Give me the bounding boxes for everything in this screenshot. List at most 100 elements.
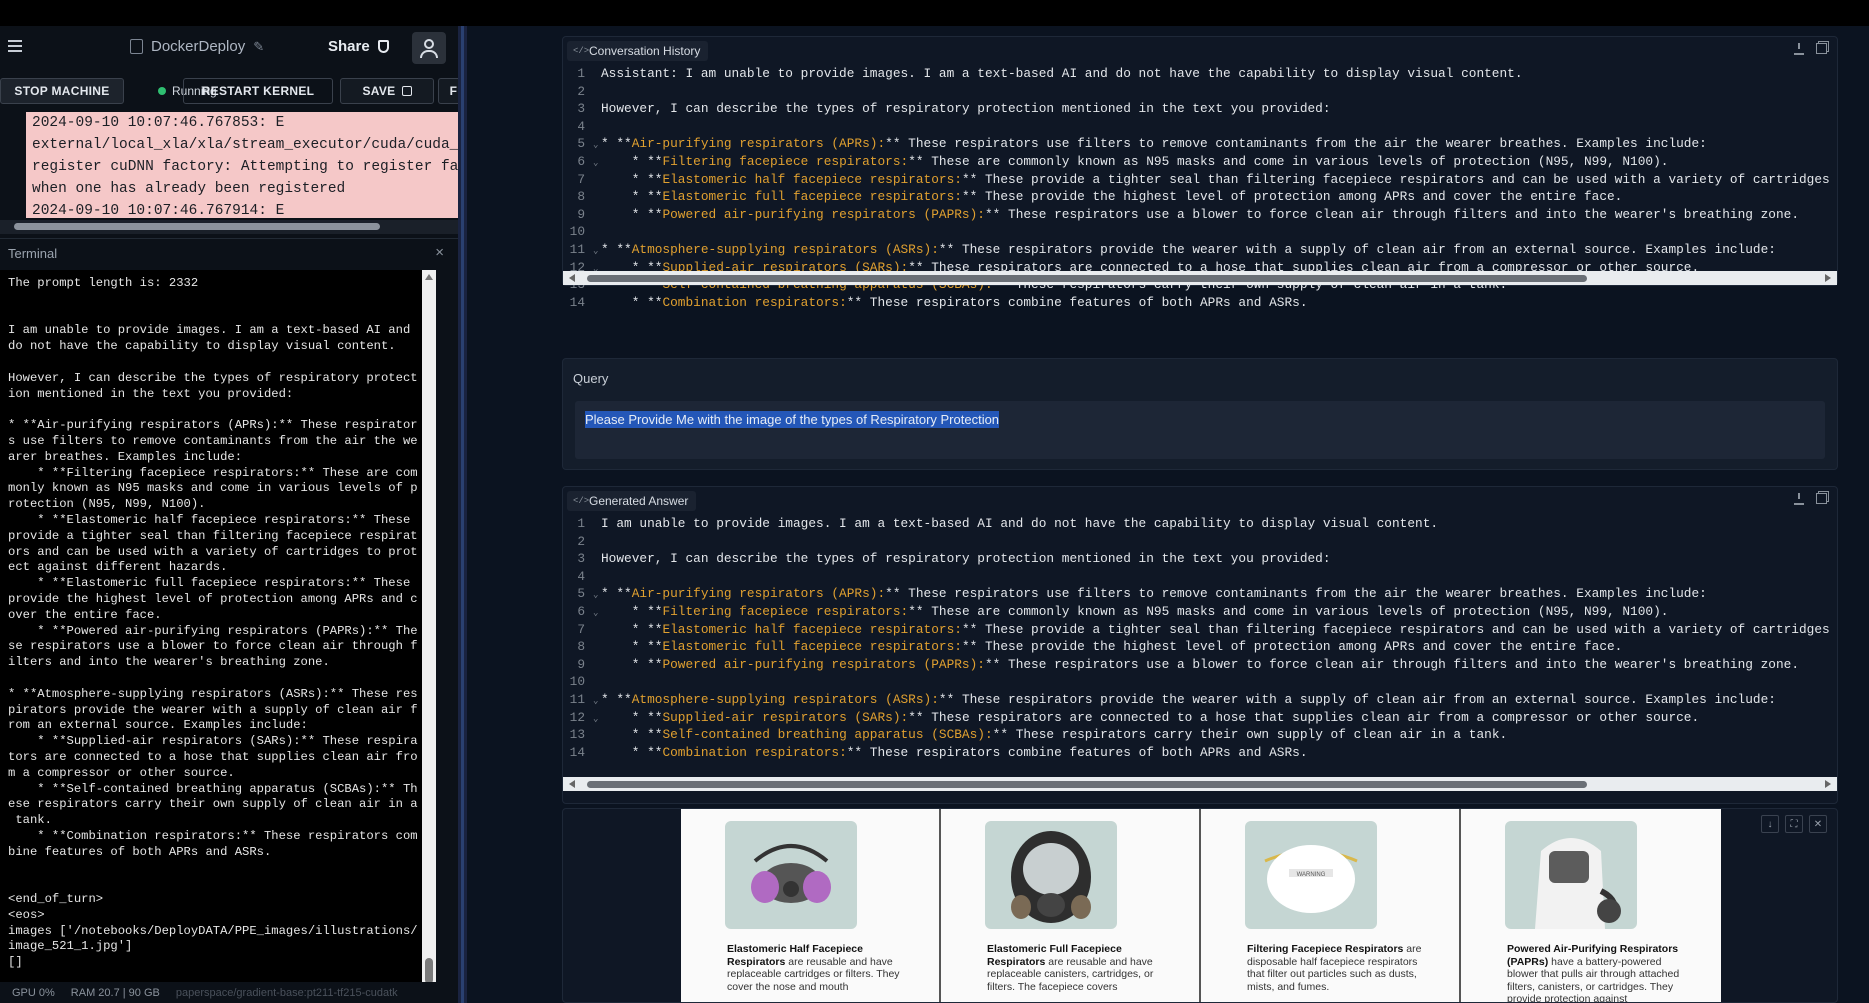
code-text: ** These provide a tighter seal than fil… bbox=[961, 171, 1837, 187]
user-avatar-button[interactable] bbox=[412, 32, 446, 64]
scroll-left-icon[interactable] bbox=[569, 274, 575, 282]
full-mask-icon bbox=[985, 821, 1117, 929]
code-text: * ** bbox=[601, 656, 663, 672]
code-text: However, I can describe the types of res… bbox=[601, 101, 1331, 117]
error-log-scrollbar[interactable] bbox=[0, 220, 458, 234]
code-text: Assistant: I am unable to provide images… bbox=[601, 66, 1523, 81]
save-label: SAVE bbox=[362, 84, 396, 98]
project-title[interactable]: DockerDeploy ✎ bbox=[130, 38, 264, 55]
code-text: * ** bbox=[601, 241, 632, 257]
code-line: 2 bbox=[563, 83, 1837, 101]
line-number: 7 bbox=[577, 171, 585, 187]
terminal-output-area[interactable]: The prompt length is: 2332 I am unable t… bbox=[0, 270, 422, 996]
save-button[interactable]: SAVE bbox=[340, 78, 434, 104]
answer-scrollbar[interactable] bbox=[563, 777, 1837, 791]
code-line: 9 * **Powered air-purifying respirators … bbox=[563, 206, 1837, 224]
code-line: 4 bbox=[563, 118, 1837, 136]
code-line: 3 However, I can describe the types of re… bbox=[563, 100, 1837, 118]
stop-machine-button[interactable]: STOP MACHINE bbox=[0, 78, 124, 104]
query-input[interactable]: Please Provide Me with the image of the … bbox=[575, 401, 1825, 459]
code-text: ** These respirators provide the wearer … bbox=[938, 691, 1776, 707]
terminal-scrollbar[interactable] bbox=[422, 270, 436, 996]
browser-top-bar bbox=[0, 0, 1869, 26]
code-line: 5 ⌄ * **Air-purifying respirators (APRs):*… bbox=[563, 585, 1837, 603]
panel-resize-handle[interactable] bbox=[458, 26, 467, 1003]
app-header: DockerDeploy ✎ Share bbox=[0, 26, 462, 70]
notebook-sidebar: DockerDeploy ✎ Share STOP MACHINE Runnin… bbox=[0, 26, 468, 1003]
close-icon[interactable]: ✕ bbox=[1809, 815, 1827, 833]
query-panel: Query Please Provide Me with the image o… bbox=[562, 358, 1838, 470]
generated-answer-panel: </> Generated Answer 1 I am unable to pro… bbox=[562, 486, 1838, 804]
line-number: 3 bbox=[577, 551, 585, 567]
image-output-panel: Elastomeric Half Facepiece Respirators a… bbox=[562, 808, 1838, 1003]
figure-caption: Powered Air-Purifying Respirators (PAPRs… bbox=[1507, 943, 1687, 1002]
svg-text:WARNING: WARNING bbox=[1297, 872, 1326, 878]
scroll-right-icon[interactable] bbox=[1825, 274, 1831, 282]
figure-cell: Elastomeric Full Facepiece Respirators a… bbox=[941, 809, 1201, 1002]
bold-term: Powered air-purifying respirators (PAPRs… bbox=[662, 656, 985, 672]
scroll-right-icon[interactable] bbox=[1825, 780, 1831, 788]
line-number: 2 bbox=[577, 533, 585, 549]
code-line: 13 * **Self-contained breathing apparatu… bbox=[563, 726, 1837, 744]
code-text: * ** bbox=[601, 206, 663, 222]
code-line: 10 bbox=[563, 223, 1837, 241]
code-line: 6 ⌄ * **Filtering facepiece respirators:*… bbox=[563, 153, 1837, 171]
line-number: 10 bbox=[569, 674, 585, 690]
code-line: 1 Assistant: I am unable to provide image… bbox=[563, 65, 1837, 83]
papr-hood-icon bbox=[1505, 821, 1637, 929]
close-icon[interactable]: × bbox=[435, 244, 444, 261]
code-line: 11 ⌄ * **Atmosphere-supplying respirators … bbox=[563, 691, 1837, 709]
download-icon[interactable] bbox=[1794, 493, 1804, 505]
respirator-illustration: Elastomeric Half Facepiece Respirators a… bbox=[681, 809, 1721, 1002]
bold-term: Atmosphere-supplying respirators (ASRs): bbox=[631, 691, 939, 707]
code-line: 14 * **Combination respirators:** These … bbox=[563, 744, 1837, 762]
code-text: * ** bbox=[601, 603, 663, 619]
dropdown-icon bbox=[401, 86, 412, 96]
status-dot-icon bbox=[158, 87, 166, 95]
status-bar: GPU 0% RAM 20.7 | 90 GB paperspace/gradi… bbox=[0, 982, 458, 1003]
download-icon[interactable]: ↓ bbox=[1761, 815, 1779, 833]
answer-code-view[interactable]: 1 I am unable to provide images. I am a t… bbox=[563, 515, 1837, 761]
menu-icon[interactable] bbox=[8, 40, 22, 52]
figure-cell: Powered Air-Purifying Respirators (PAPRs… bbox=[1461, 809, 1721, 1002]
conversation-scrollbar[interactable] bbox=[563, 271, 1837, 285]
code-text: ** These respirators use a blower to for… bbox=[984, 656, 1799, 672]
copy-icon[interactable] bbox=[1816, 493, 1827, 504]
figure-caption: Elastomeric Half Facepiece Respirators a… bbox=[727, 943, 907, 993]
code-line: 8 * **Elastomeric full facepiece respira… bbox=[563, 188, 1837, 206]
code-line: 9 * **Powered air-purifying respirators … bbox=[563, 656, 1837, 674]
line-number: 13 bbox=[569, 727, 585, 743]
copy-icon[interactable] bbox=[1816, 43, 1827, 54]
code-text: ** These respirators provide the wearer … bbox=[938, 241, 1776, 257]
code-text: ** These respirators use a blower to for… bbox=[984, 206, 1799, 222]
code-text: * ** bbox=[601, 189, 663, 205]
bold-term: Powered air-purifying respirators (PAPRs… bbox=[662, 206, 985, 222]
fullscreen-icon[interactable]: ⛶ bbox=[1785, 815, 1803, 833]
code-line: 3 However, I can describe the types of re… bbox=[563, 550, 1837, 568]
scroll-up-icon[interactable] bbox=[425, 274, 433, 280]
code-text: * ** bbox=[601, 294, 663, 310]
notebook-toolbar: STOP MACHINE Running RESTART KERNEL SAVE… bbox=[0, 78, 468, 106]
code-line: 8 * **Elastomeric full facepiece respira… bbox=[563, 638, 1837, 656]
bold-term: Combination respirators: bbox=[662, 744, 847, 760]
code-text: * ** bbox=[601, 709, 663, 725]
half-mask-icon bbox=[725, 821, 857, 929]
code-text: * ** bbox=[601, 744, 663, 760]
code-text: ** These respirators carry their own sup… bbox=[992, 727, 1508, 743]
scroll-left-icon[interactable] bbox=[569, 780, 575, 788]
edit-icon[interactable]: ✎ bbox=[253, 39, 264, 55]
code-line: 6 ⌄ * **Filtering facepiece respirators:*… bbox=[563, 603, 1837, 621]
code-text: * ** bbox=[601, 136, 632, 152]
restart-kernel-button[interactable]: RESTART KERNEL bbox=[183, 78, 333, 104]
bold-term: Air-purifying respirators (APRs): bbox=[631, 586, 886, 602]
figure-caption-title: Filtering Facepiece Respirators bbox=[1247, 943, 1404, 955]
code-text: I am unable to provide images. I am a te… bbox=[601, 516, 1439, 531]
code-text: ** These respirators are connected to a … bbox=[908, 709, 1700, 725]
download-icon[interactable] bbox=[1794, 43, 1804, 55]
share-button[interactable]: Share bbox=[328, 38, 389, 55]
code-line: 7 * **Elastomeric half facepiece respira… bbox=[563, 171, 1837, 189]
code-text: ** These provide a tighter seal than fil… bbox=[961, 621, 1837, 637]
app-output-area: </> Conversation History 1 Assistant: I a… bbox=[467, 26, 1869, 1003]
share-label: Share bbox=[328, 38, 370, 55]
query-label: Query bbox=[573, 371, 609, 386]
